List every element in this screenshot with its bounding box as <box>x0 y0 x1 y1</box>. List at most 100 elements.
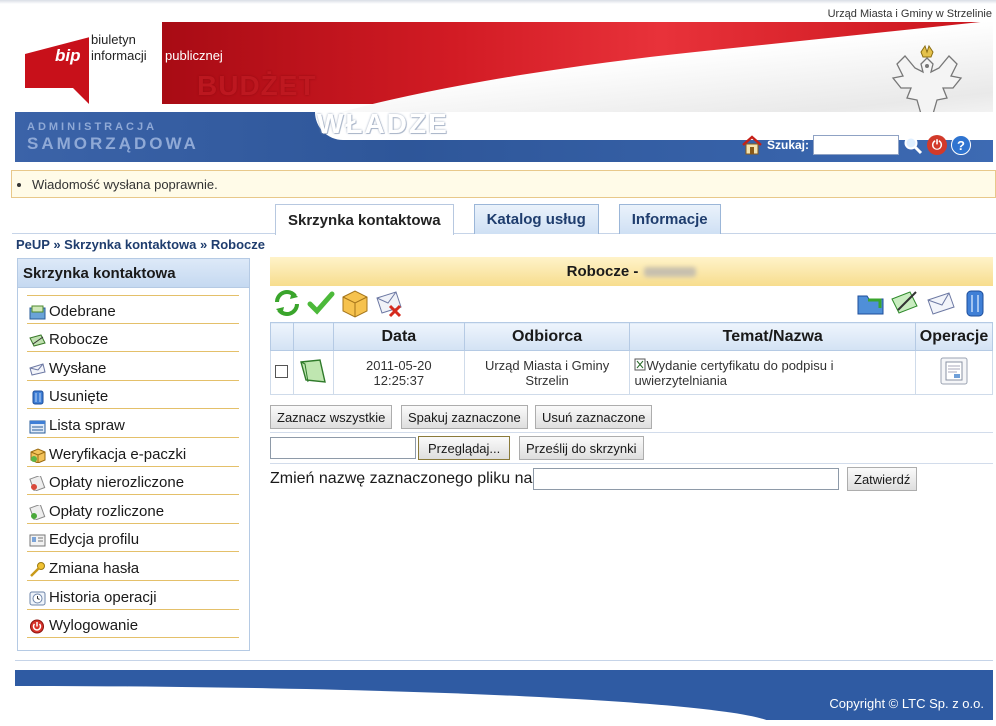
bip-name: biuletyn informacji <box>91 32 147 64</box>
bip-logo[interactable]: bip <box>25 30 89 104</box>
rename-input[interactable] <box>533 468 839 490</box>
bip-logo-text: bip <box>55 46 81 65</box>
separator <box>270 463 993 464</box>
sidebar-item-settled-fees[interactable]: Opłaty rozliczone <box>27 495 239 524</box>
bip-name-line2: informacji <box>91 48 147 63</box>
message-toolbar <box>272 288 993 320</box>
checkmark-icon[interactable] <box>306 288 336 318</box>
success-message-bar: Wiadomość wysłana poprawnie. <box>11 170 996 198</box>
sidebar-list: Odebrane Robocze Wysłane Usunięte Lista … <box>27 295 239 639</box>
sidebar-item-label: Zmiana hasła <box>49 559 140 577</box>
admin-label-line1: ADMINISTRACJA <box>27 121 158 133</box>
sidebar-item-drafts[interactable]: Robocze <box>27 324 239 353</box>
sidebar-item-label: Edycja profilu <box>49 531 140 549</box>
sidebar-item-label: Robocze <box>49 331 109 349</box>
sidebar-item-label: Lista spraw <box>49 416 125 434</box>
home-icon[interactable] <box>741 135 763 155</box>
row-operations-cell <box>914 350 994 395</box>
sign-document-icon[interactable] <box>890 288 920 318</box>
pack-selected-button[interactable]: Spakuj zaznaczone <box>401 405 528 429</box>
select-all-button[interactable]: Zaznacz wszystkie <box>270 405 393 429</box>
bip-name-line1: biuletyn <box>91 32 136 47</box>
redacted-text <box>644 266 697 277</box>
folder-title-text: Robocze - <box>566 263 639 280</box>
sidebar-item-unsettled-fees[interactable]: Opłaty nierozliczone <box>27 467 239 496</box>
confirm-button[interactable]: Zatwierdź <box>847 467 918 491</box>
search-label: Szukaj: <box>767 138 810 152</box>
top-strip <box>0 0 996 4</box>
sidebar-item-label: Historia operacji <box>49 588 157 606</box>
draft-icon <box>29 334 46 347</box>
table-row[interactable]: 2011-05-20 12:25:37 Urząd Miasta i Gminy… <box>270 350 994 395</box>
row-select-cell <box>270 350 294 395</box>
sidebar-title: Skrzynka kontaktowa <box>18 259 249 288</box>
send-to-box-button[interactable]: Prześlij do skrzynki <box>519 436 644 460</box>
refresh-icon[interactable] <box>272 288 302 318</box>
sidebar-item-label: Weryfikacja e-paczki <box>49 445 187 463</box>
sidebar-item-profile-edit[interactable]: Edycja profilu <box>27 524 239 553</box>
copyright: Copyright © LTC Sp. z o.o. <box>829 696 984 711</box>
folder-title: Robocze - <box>270 257 993 286</box>
trash-bin-icon[interactable] <box>960 288 990 318</box>
document-preview-icon[interactable] <box>939 356 969 386</box>
type-column-header <box>292 322 334 351</box>
banner-wladze-text: WŁADZE <box>317 108 449 139</box>
row-checkbox[interactable] <box>275 364 289 378</box>
logout-icon <box>30 619 44 634</box>
sidebar-item-case-list[interactable]: Lista spraw <box>27 409 239 438</box>
select-column-header <box>270 322 294 351</box>
file-path-input[interactable] <box>270 437 416 459</box>
draft-document-icon <box>300 359 327 383</box>
help-icon[interactable]: ? <box>951 135 972 155</box>
sidebar-item-label: Opłaty rozliczone <box>49 502 165 520</box>
row-date-cell: 2011-05-20 12:25:37 <box>332 350 465 395</box>
tab-information[interactable]: Informacje <box>618 204 721 234</box>
power-icon[interactable]: ⏻ <box>927 135 948 155</box>
search-icon[interactable] <box>903 135 923 155</box>
inbox-icon <box>29 305 46 320</box>
admin-label-line2: SAMORZĄDOWA <box>27 134 199 153</box>
breadcrumb: PeUP » Skrzynka kontaktowa » Robocze <box>16 237 266 252</box>
sidebar-item-change-password[interactable]: Zmiana hasła <box>27 552 239 581</box>
tab-service-catalog[interactable]: Katalog usług <box>473 204 599 234</box>
attachment-file-icon <box>634 358 646 370</box>
recipient-column-header[interactable]: Odbiorca <box>463 322 631 351</box>
row-recipient: Urząd Miasta i Gminy Strzelin <box>463 350 631 395</box>
package-icon[interactable] <box>340 288 370 318</box>
date-column-header[interactable]: Data <box>332 322 465 351</box>
package-verify-icon <box>30 448 46 463</box>
sidebar-item-label: Wysłane <box>49 359 107 377</box>
sidebar-item-deleted[interactable]: Usunięte <box>27 381 239 410</box>
row-subject-cell[interactable]: Wydanie certyfikatu do podpisu i uwierzy… <box>629 350 916 395</box>
settled-fees-icon <box>29 504 46 520</box>
move-to-folder-icon[interactable] <box>856 288 886 318</box>
envelope-icon[interactable] <box>926 288 956 318</box>
site-banner: BUDŻET bip biuletyn informacji publiczne… <box>15 22 993 162</box>
bip-name-line3: publicznej <box>165 48 223 63</box>
tab-contact-box[interactable]: Skrzynka kontaktowa <box>275 204 454 235</box>
table-header-row: Data Odbiorca Temat/Nazwa Operacje <box>270 322 994 351</box>
unsettled-fees-icon <box>29 476 46 492</box>
sidebar-item-label: Usunięte <box>49 388 109 406</box>
operations-column-header: Operacje <box>914 322 994 351</box>
row-time: 12:25:37 <box>373 372 425 388</box>
separator <box>270 432 993 433</box>
banner-budzet-text: BUDŻET <box>197 70 317 101</box>
search-area: Szukaj: ⏻ ? <box>741 134 972 156</box>
delete-message-icon[interactable] <box>374 288 404 318</box>
search-input[interactable] <box>813 135 900 155</box>
sidebar-item-label: Wylogowanie <box>49 617 139 635</box>
sidebar-item-received[interactable]: Odebrane <box>27 295 239 324</box>
row-date: 2011-05-20 <box>366 357 432 373</box>
delete-selected-button[interactable]: Usuń zaznaczone <box>535 405 653 429</box>
sidebar-item-history[interactable]: Historia operacji <box>27 581 239 610</box>
sidebar-item-label: Odebrane <box>49 302 116 320</box>
sidebar-item-package-verify[interactable]: Weryfikacja e-paczki <box>27 438 239 467</box>
messages-table: Data Odbiorca Temat/Nazwa Operacje 2011-… <box>270 322 994 395</box>
trash-icon <box>32 390 44 405</box>
browse-button[interactable]: Przeglądaj... <box>418 436 511 460</box>
sidebar-item-logout[interactable]: Wylogowanie <box>27 610 239 639</box>
footer-line <box>15 660 993 661</box>
subject-column-header[interactable]: Temat/Nazwa <box>629 322 916 351</box>
sidebar-item-sent[interactable]: Wysłane <box>27 352 239 381</box>
